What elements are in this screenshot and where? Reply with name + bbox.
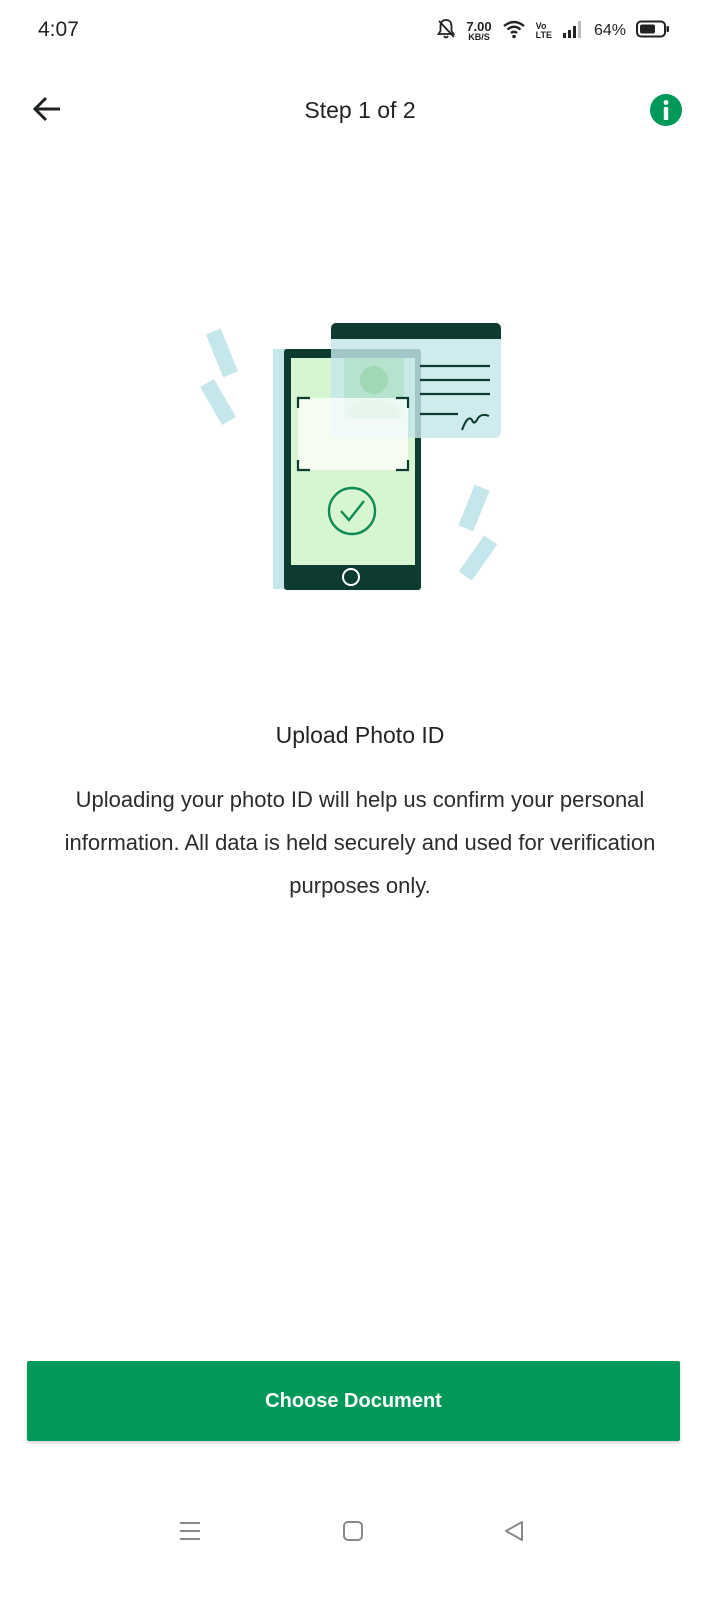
upload-photo-id-screen: 4:07 7.00 KB/S Vo LTE 64% Step 1 of 2 Up… bbox=[0, 0, 720, 1600]
system-nav-bar bbox=[0, 1500, 720, 1570]
status-icons: 7.00 KB/S Vo LTE 64% bbox=[436, 14, 670, 48]
id-scan-illustration bbox=[200, 318, 510, 594]
status-bar: 4:07 7.00 KB/S Vo LTE 64% bbox=[0, 0, 720, 62]
page-heading: Upload Photo ID bbox=[275, 722, 445, 748]
bell-off-icon bbox=[436, 18, 456, 45]
back-nav-button[interactable] bbox=[494, 1516, 534, 1550]
menu-icon bbox=[178, 1520, 202, 1547]
home-icon bbox=[342, 1520, 364, 1547]
volte-bottom: LTE bbox=[535, 30, 552, 40]
battery-icon bbox=[636, 20, 670, 43]
network-speed-unit: KB/S bbox=[468, 32, 490, 42]
wifi-icon bbox=[502, 19, 526, 44]
choose-document-button[interactable]: Choose Document bbox=[27, 1361, 680, 1441]
signal-icon bbox=[562, 19, 584, 44]
battery-percent: 64% bbox=[593, 22, 626, 39]
page-description: Uploading your photo ID will help us con… bbox=[64, 787, 656, 898]
app-bar: Step 1 of 2 bbox=[0, 70, 720, 150]
network-speed: 7.00 KB/S bbox=[466, 20, 491, 42]
info-button[interactable] bbox=[649, 93, 683, 127]
step-indicator: Step 1 of 2 bbox=[304, 97, 416, 123]
recent-apps-button[interactable] bbox=[170, 1516, 210, 1550]
back-triangle-icon bbox=[503, 1520, 525, 1547]
home-nav-button[interactable] bbox=[333, 1516, 373, 1550]
status-time: 4:07 bbox=[38, 18, 79, 41]
info-icon bbox=[649, 94, 683, 131]
volte-indicator: Vo LTE bbox=[536, 22, 552, 39]
